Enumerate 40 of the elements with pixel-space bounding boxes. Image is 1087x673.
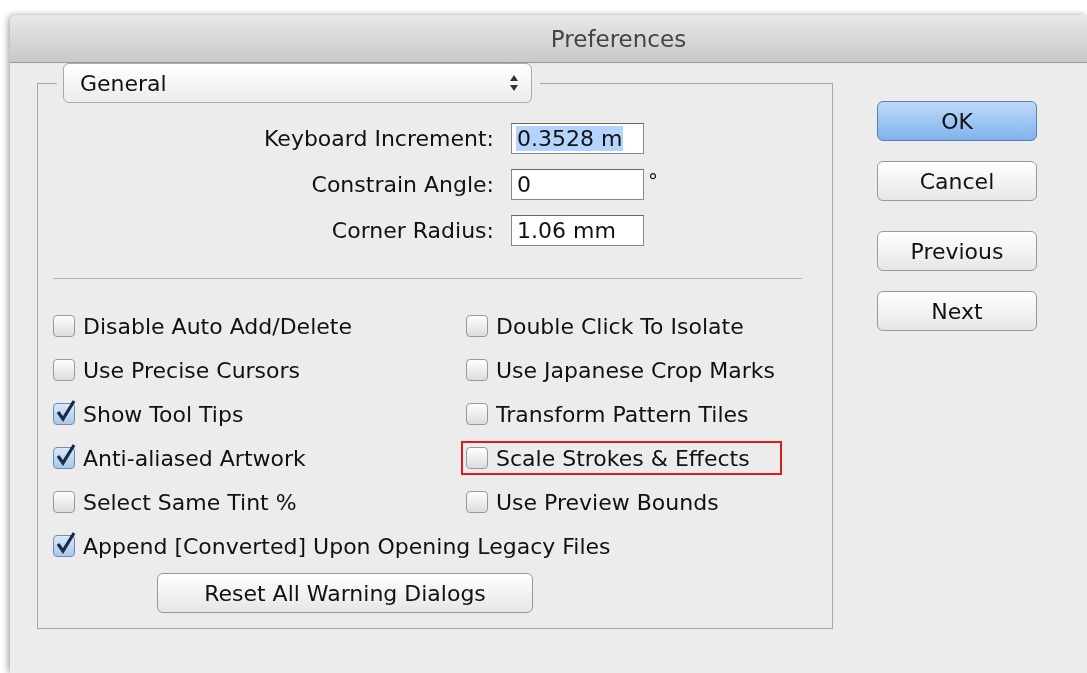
checkbox-label[interactable]: Double Click To Isolate — [496, 313, 744, 339]
dialog-button[interactable]: Previous — [877, 231, 1037, 271]
updown-arrows-icon — [509, 74, 519, 92]
checkbox-label[interactable]: Use Japanese Crop Marks — [496, 357, 776, 383]
unit-label: ° — [648, 169, 658, 193]
checkmark-icon — [55, 443, 77, 467]
checkmark-icon — [55, 531, 77, 555]
checkbox[interactable] — [53, 491, 75, 513]
checkbox-label[interactable]: Use Preview Bounds — [496, 489, 719, 515]
input-field[interactable]: 0.3528 m — [511, 123, 644, 154]
checkbox[interactable] — [466, 315, 488, 337]
checkbox-label[interactable]: Disable Auto Add/Delete — [83, 313, 352, 339]
checkbox-label[interactable]: Scale Strokes & Effects — [496, 445, 750, 471]
checkbox[interactable] — [466, 359, 488, 381]
checkbox-label[interactable]: Append [Converted] Upon Opening Legacy Files — [83, 533, 611, 559]
input-field[interactable]: 0 — [511, 169, 644, 200]
field-label: Corner Radius: — [330, 218, 495, 243]
dialog-button[interactable]: Next — [877, 291, 1037, 331]
checkbox-label[interactable]: Select Same Tint % — [83, 489, 297, 515]
dialog-button[interactable]: OK — [877, 101, 1037, 141]
checkbox[interactable] — [466, 403, 488, 425]
checkbox[interactable] — [53, 447, 75, 469]
checkbox-label[interactable]: Use Precise Cursors — [83, 357, 301, 383]
window-title: Preferences — [550, 25, 687, 52]
checkbox[interactable] — [466, 447, 488, 469]
checkbox-label[interactable]: Show Tool Tips — [83, 401, 244, 427]
checkbox[interactable] — [53, 359, 75, 381]
checkbox-label[interactable]: Transform Pattern Tiles — [496, 401, 749, 427]
checkbox[interactable] — [466, 491, 488, 513]
field-label: Constrain Angle: — [310, 172, 495, 197]
dialog-button[interactable]: Cancel — [877, 161, 1037, 201]
checkbox[interactable] — [53, 535, 75, 557]
checkbox[interactable] — [53, 315, 75, 337]
checkmark-icon — [55, 399, 77, 423]
field-label: Keyboard Increment: — [263, 126, 495, 151]
input-field[interactable]: 1.06 mm — [511, 215, 644, 246]
category-dropdown[interactable]: General — [63, 63, 532, 103]
checkbox-label[interactable]: Anti-aliased Artwork — [83, 445, 306, 471]
reset-button[interactable]: Reset All Warning Dialogs — [157, 573, 533, 613]
checkbox[interactable] — [53, 403, 75, 425]
